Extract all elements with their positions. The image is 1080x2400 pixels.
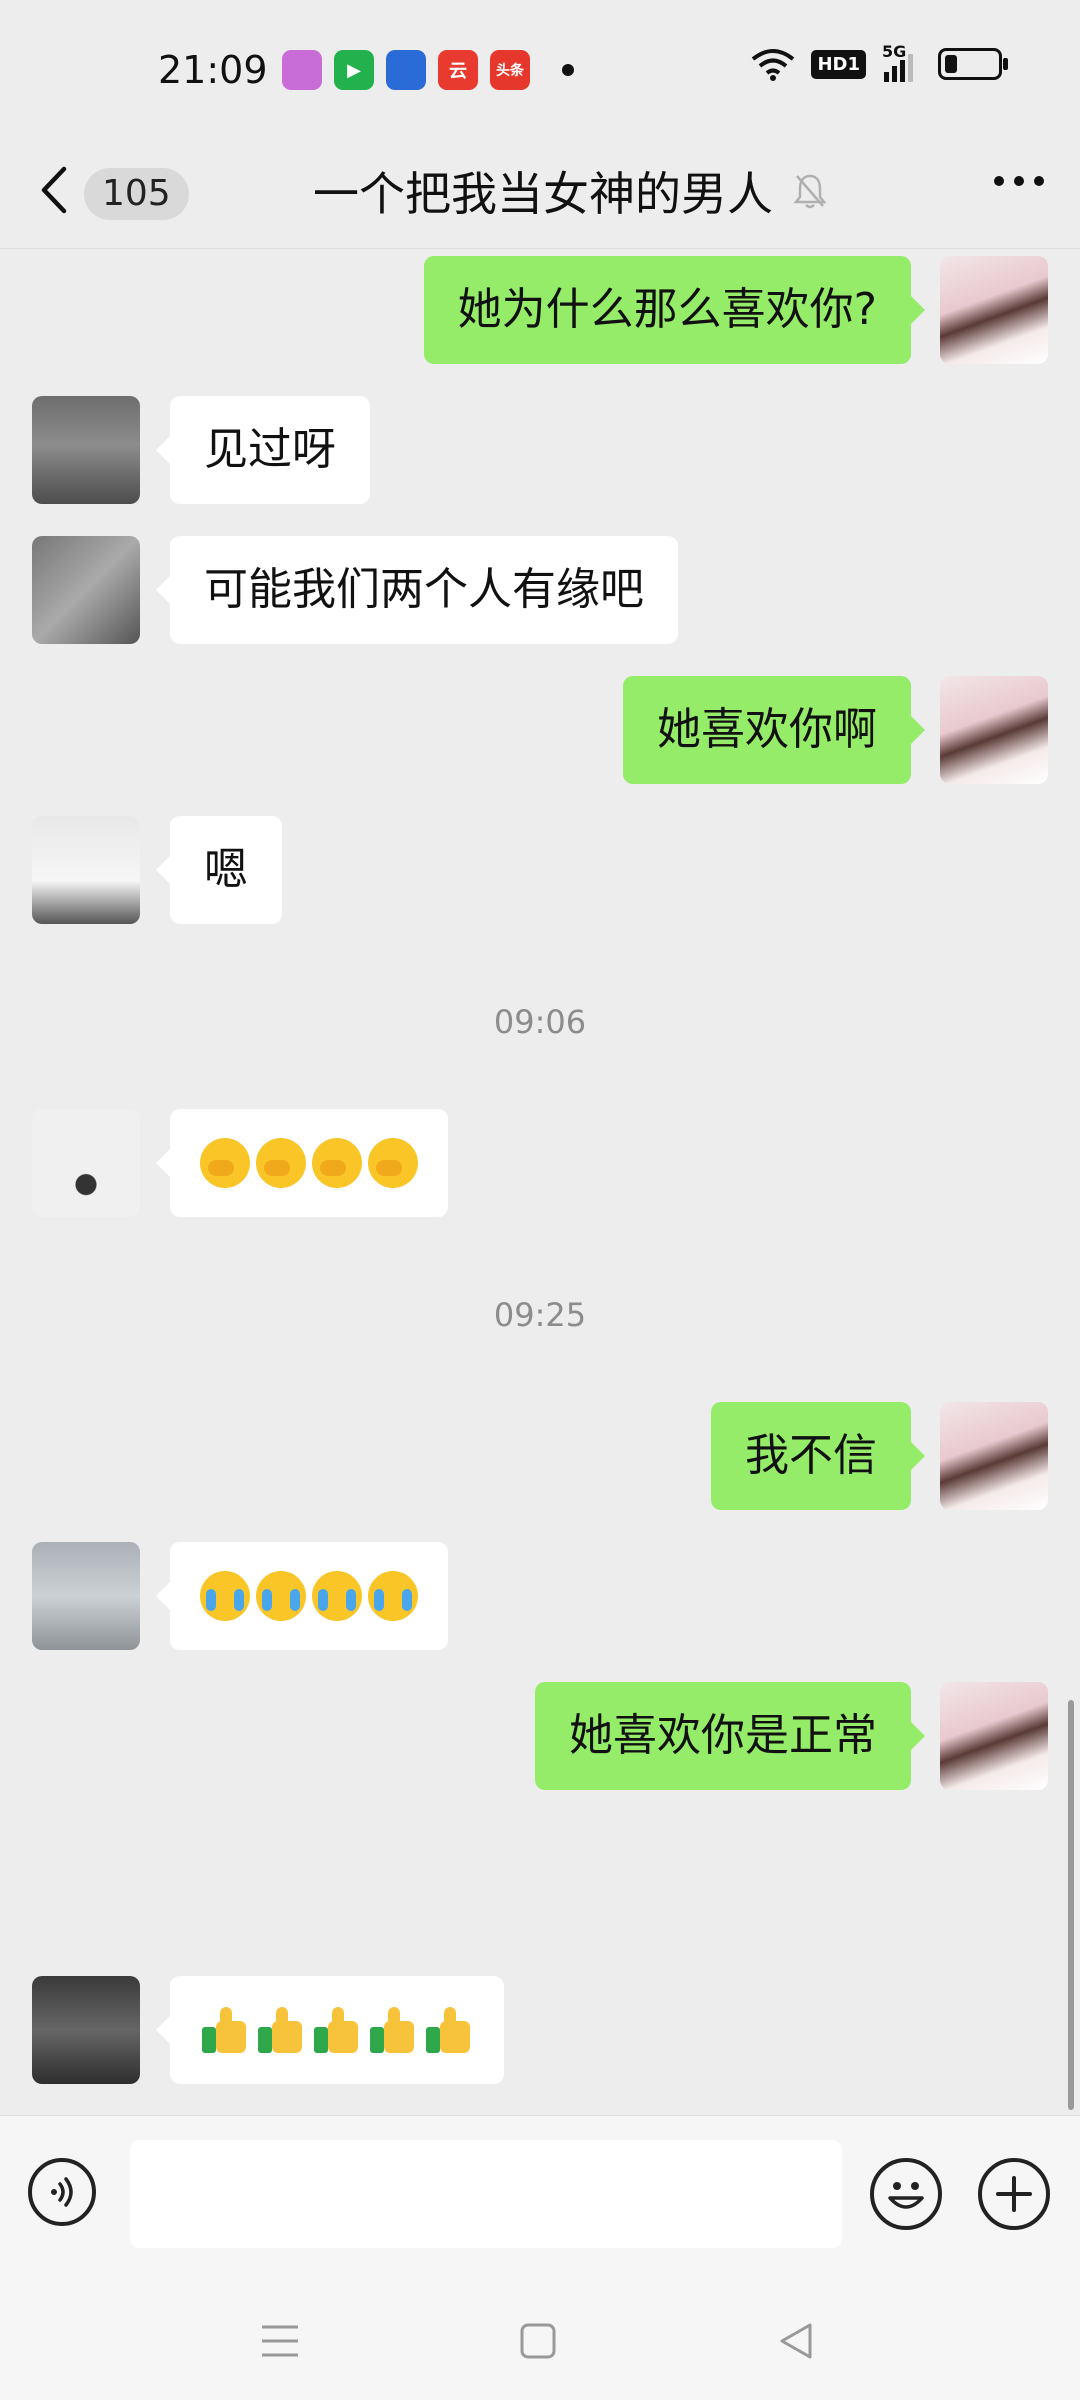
crying-laughing-emoji-row: [200, 1542, 418, 1650]
message-bubble-incoming[interactable]: 见过呀: [156, 396, 370, 504]
chat-message-list[interactable]: 她为什么那么喜欢你? 见过呀 可能我们两个人有缘吧 她喜欢你啊 嗯 09:06 …: [0, 249, 1080, 2115]
menu-button[interactable]: [250, 2315, 310, 2367]
my-avatar[interactable]: [940, 256, 1048, 364]
network-label: 5G: [882, 42, 907, 61]
crying-laughing-emoji: [368, 1571, 418, 1621]
timestamp: 09:06: [493, 1003, 587, 1041]
emoji-button[interactable]: [870, 2158, 942, 2230]
system-nav-bar: [0, 2275, 1080, 2400]
chat-header: 一个把我当女神的男人 105: [0, 140, 1080, 248]
notification-dot: [562, 64, 574, 76]
menu-icon: [262, 2325, 298, 2357]
my-avatar[interactable]: [940, 1402, 1048, 1510]
contact-avatar[interactable]: [32, 1542, 140, 1650]
unread-count-badge[interactable]: 105: [84, 168, 189, 220]
thumbs-up-emoji: [424, 2005, 474, 2055]
message-bubble-outgoing[interactable]: 我不信: [711, 1402, 925, 1510]
contact-avatar[interactable]: [32, 816, 140, 924]
app-icon-toutiao: 头条: [490, 50, 530, 90]
timestamp: 09:25: [493, 1296, 587, 1334]
hand-over-mouth-emoji-row: [200, 1109, 418, 1217]
my-avatar[interactable]: [940, 1682, 1048, 1790]
hand-over-mouth-emoji: [256, 1138, 306, 1188]
chat-input-bar: [0, 2115, 1080, 2276]
app-icon-blue: [386, 50, 426, 90]
message-bubble-outgoing[interactable]: 她为什么那么喜欢你?: [423, 256, 926, 364]
app-icon-green-play: ▶: [334, 50, 374, 90]
app-icon-red-cloud: 云: [438, 50, 478, 90]
bell-muted-icon: [793, 174, 827, 209]
thumbs-up-emoji: [368, 2005, 418, 2055]
more-button[interactable]: [994, 176, 1044, 186]
home-button[interactable]: [508, 2315, 568, 2367]
plus-button[interactable]: [978, 2158, 1050, 2230]
contact-avatar[interactable]: [32, 1109, 140, 1217]
hand-over-mouth-emoji: [200, 1138, 250, 1188]
thumbs-up-emoji-row: [200, 1976, 474, 2084]
thumbs-up-emoji: [312, 2005, 362, 2055]
voice-icon: [51, 2177, 73, 2207]
message-bubble-incoming[interactable]: [156, 1976, 504, 2084]
contact-avatar[interactable]: [32, 1976, 140, 2084]
chevron-left-icon: [41, 166, 67, 214]
battery-icon: [938, 48, 1008, 80]
contact-avatar[interactable]: [32, 396, 140, 504]
my-avatar[interactable]: [940, 676, 1048, 784]
hand-over-mouth-emoji: [368, 1138, 418, 1188]
message-bubble-incoming[interactable]: 嗯: [156, 816, 282, 924]
crying-laughing-emoji: [256, 1571, 306, 1621]
back-button[interactable]: [38, 162, 78, 218]
thumbs-up-emoji: [256, 2005, 306, 2055]
back-nav-button[interactable]: [766, 2315, 826, 2367]
app-icon-pink: [282, 50, 322, 90]
message-bubble-incoming[interactable]: [156, 1109, 448, 1217]
message-input[interactable]: [130, 2140, 842, 2248]
status-app-icons: ▶ 云 头条: [282, 50, 530, 90]
message-bubble-outgoing[interactable]: 她喜欢你是正常: [535, 1682, 925, 1790]
status-bar: 21:09 ▶ 云 头条 HD1 5G: [0, 0, 1080, 140]
back-triangle-icon: [780, 2323, 812, 2359]
smiley-icon: [888, 2182, 924, 2209]
crying-laughing-emoji: [312, 1571, 362, 1621]
chat-scrollbar[interactable]: [1068, 1700, 1074, 2110]
status-time: 21:09: [158, 48, 268, 92]
more-dots-icon: [994, 176, 1004, 186]
voice-button[interactable]: [28, 2158, 96, 2226]
message-bubble-incoming[interactable]: 可能我们两个人有缘吧: [156, 536, 678, 644]
message-bubble-outgoing[interactable]: 她喜欢你啊: [623, 676, 925, 784]
contact-avatar[interactable]: [32, 536, 140, 644]
home-square-icon: [520, 2323, 556, 2359]
signal-icon: 5G: [882, 42, 922, 82]
hand-over-mouth-emoji: [312, 1138, 362, 1188]
wifi-icon: [752, 49, 795, 81]
crying-laughing-emoji: [200, 1571, 250, 1621]
chat-title: 一个把我当女神的男人: [313, 167, 773, 221]
hd-voice-badge: HD1: [811, 49, 866, 79]
message-bubble-incoming[interactable]: [156, 1542, 448, 1650]
plus-icon: [996, 2176, 1032, 2212]
thumbs-up-emoji: [200, 2005, 250, 2055]
